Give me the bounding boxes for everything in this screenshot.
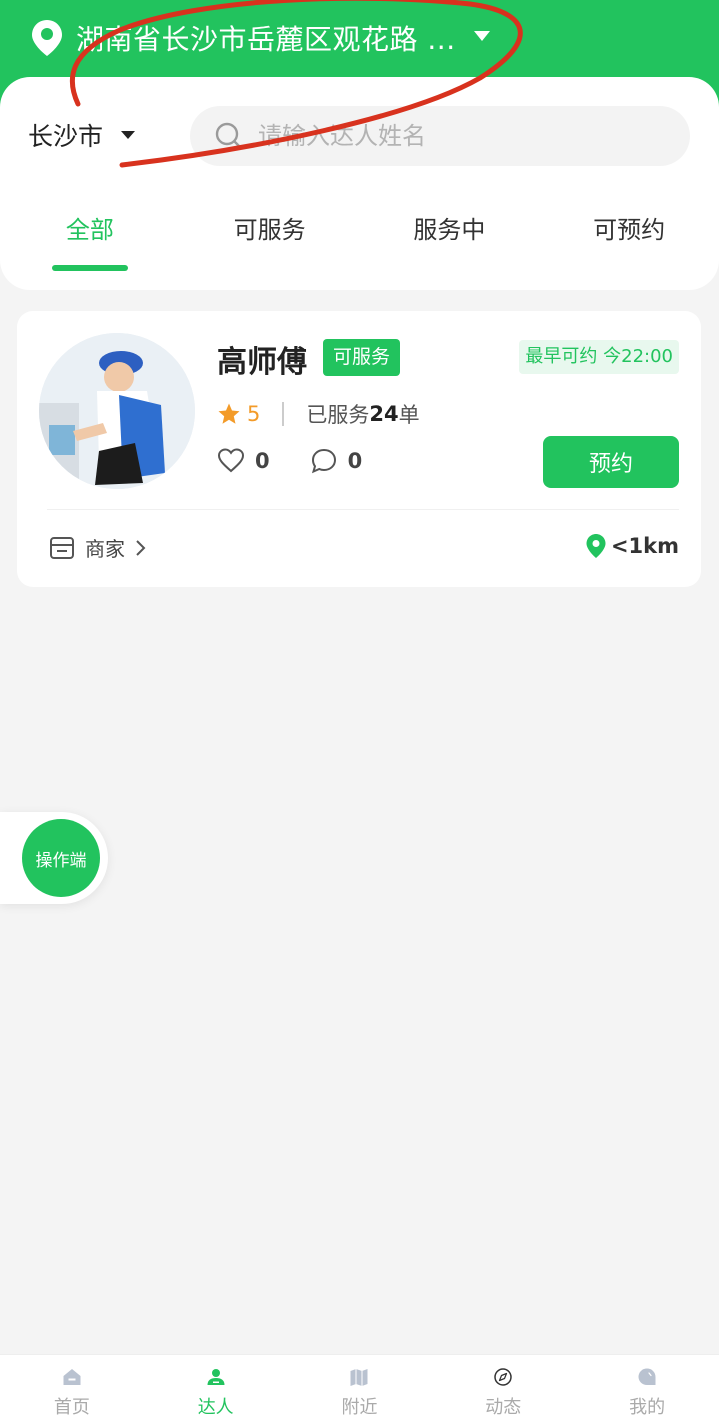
rating-row: 5 已服务 24 单	[217, 399, 420, 429]
chevron-right-icon	[136, 539, 146, 556]
location-text: 湖南省长沙市岳麓区观花路 ...	[76, 23, 456, 56]
likes-count: 0	[255, 449, 270, 473]
location-selector[interactable]: 湖南省长沙市岳麓区观花路 ...	[30, 18, 490, 58]
location-pin-icon	[586, 534, 606, 558]
location-pin-icon	[32, 20, 62, 56]
likes-stat[interactable]: 0	[217, 447, 270, 475]
filter-panel: 长沙市 全部 可服务 服务中 可预约	[0, 77, 719, 290]
nav-profile[interactable]: 我的	[575, 1355, 719, 1419]
nav-label: 附近	[341, 1397, 378, 1418]
nav-experts[interactable]: 达人	[144, 1355, 288, 1419]
store-icon	[50, 536, 74, 559]
merchant-label: 商家	[85, 537, 125, 561]
nav-home[interactable]: 首页	[0, 1355, 144, 1419]
city-selector[interactable]: 长沙市	[28, 117, 136, 153]
book-button[interactable]: 预约	[543, 436, 679, 488]
tab-available[interactable]: 可服务	[180, 205, 360, 275]
avatar	[39, 333, 195, 489]
status-badge: 可服务	[323, 339, 401, 376]
divider	[47, 509, 679, 510]
active-tab-indicator	[51, 265, 128, 271]
person-icon	[207, 1369, 225, 1385]
served-count: 24	[369, 402, 399, 426]
rating-value: 5	[247, 402, 261, 426]
nav-nearby[interactable]: 附近	[288, 1355, 432, 1419]
operator-float-tab: 操作端	[0, 812, 108, 904]
city-label: 长沙市	[28, 122, 104, 151]
caret-down-icon	[121, 131, 136, 139]
worker-name: 高师傅	[217, 345, 307, 380]
nav-label: 首页	[53, 1397, 90, 1418]
search-input[interactable]	[258, 122, 658, 150]
merchant-link[interactable]: 商家	[49, 533, 159, 562]
nav-feed[interactable]: 动态	[431, 1355, 575, 1419]
home-icon	[63, 1369, 81, 1385]
served-prefix: 已服务	[306, 403, 370, 427]
divider	[282, 402, 285, 426]
nav-label: 动态	[485, 1397, 522, 1418]
worker-card[interactable]: 高师傅 可服务 最早可约 今22:00 5 已服务 24 单 0 0 预约 商家…	[17, 311, 701, 587]
caret-down-icon	[473, 31, 490, 41]
tab-bookable[interactable]: 可预约	[539, 205, 719, 275]
tab-in-service[interactable]: 服务中	[360, 205, 540, 275]
compass-icon	[494, 1368, 513, 1386]
distance: <1km	[585, 533, 679, 559]
bottom-nav: 首页 达人 附近 动态 我的	[0, 1354, 719, 1419]
tab-bar: 全部 可服务 服务中 可预约	[0, 205, 719, 275]
comment-icon	[311, 448, 336, 474]
comments-stat[interactable]: 0	[310, 447, 363, 475]
profile-icon	[638, 1368, 656, 1385]
operator-button[interactable]: 操作端	[22, 819, 100, 897]
map-icon	[350, 1369, 368, 1386]
distance-value: <1km	[610, 534, 679, 558]
comments-count: 0	[347, 449, 363, 473]
heart-icon	[217, 448, 245, 473]
star-icon	[218, 403, 240, 424]
search-icon	[215, 122, 243, 150]
earliest-time-badge: 最早可约 今22:00	[519, 340, 679, 374]
worker-photo	[39, 333, 195, 489]
served-suffix: 单	[398, 403, 420, 427]
tab-label: 可服务	[233, 216, 306, 244]
tab-all[interactable]: 全部	[0, 205, 180, 275]
tab-label: 可预约	[593, 216, 666, 244]
tab-label: 全部	[65, 216, 114, 244]
nav-label: 我的	[629, 1397, 666, 1418]
nav-label: 达人	[197, 1397, 234, 1418]
tab-label: 服务中	[413, 216, 486, 244]
search-bar[interactable]	[190, 106, 690, 166]
stats-row: 0 0	[217, 447, 402, 475]
